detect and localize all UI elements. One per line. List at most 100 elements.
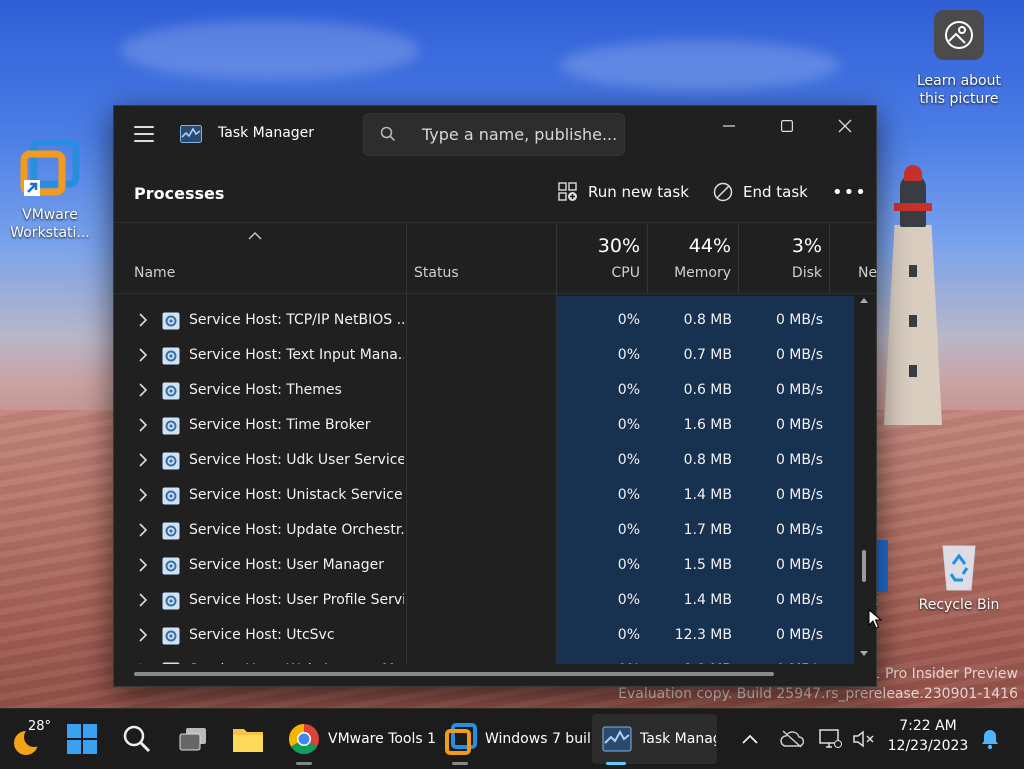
taskbar-app-label: Windows 7 buil xyxy=(485,731,591,747)
command-bar: Processes Run new task End task ••• xyxy=(114,164,876,223)
column-disk[interactable]: Disk xyxy=(740,265,822,281)
wallpaper-cloud xyxy=(560,40,840,90)
column-divider xyxy=(647,223,648,293)
process-name: Service Host: Unistack Service ... xyxy=(189,487,404,503)
start-button[interactable] xyxy=(66,709,98,769)
onedrive-button[interactable] xyxy=(780,709,804,769)
search-taskbar-button[interactable] xyxy=(122,709,152,769)
desktop-icon-label: Workstati... xyxy=(10,225,90,241)
gear-icon xyxy=(162,452,180,470)
column-divider xyxy=(738,223,739,293)
taskbar-app-chrome[interactable]: VMware Tools 1 xyxy=(288,709,436,769)
desktop-icon-learn-about-picture[interactable]: Learn about this picture xyxy=(914,10,1004,108)
run-new-task-button[interactable]: Run new task xyxy=(558,182,689,202)
memory-value: 1.7 MB xyxy=(683,522,732,538)
column-memory[interactable]: Memory xyxy=(648,265,731,281)
cpu-value: 0% xyxy=(617,487,640,503)
folder-icon xyxy=(233,729,263,752)
table-row[interactable]: Service Host: User Manager 0% 1.5 MB 0 MB/s xyxy=(114,549,854,584)
table-row[interactable]: Service Host: Web Account Ma... 0% 1.9 MB 0… xyxy=(114,654,854,664)
search-icon xyxy=(380,126,396,142)
table-row[interactable]: Service Host: UtcSvc 0% 12.3 MB 0 MB/s xyxy=(114,619,854,654)
maximize-button[interactable] xyxy=(758,106,816,146)
table-row[interactable]: Service Host: User Profile Servi... 0% 1.4… xyxy=(114,584,854,619)
chevron-right-icon[interactable] xyxy=(138,383,148,397)
chevron-up-icon xyxy=(742,734,758,744)
desktop-icon-label: this picture xyxy=(919,91,999,107)
memory-value: 1.5 MB xyxy=(683,557,732,573)
disk-value: 0 MB/s xyxy=(775,417,823,433)
chevron-right-icon[interactable] xyxy=(138,663,148,664)
minimize-button[interactable] xyxy=(700,106,758,146)
cpu-value: 0% xyxy=(617,382,640,398)
task-view-button[interactable] xyxy=(178,709,208,769)
clock[interactable]: 7:22 AM 12/23/2023 xyxy=(878,716,978,756)
memory-total[interactable]: 44% xyxy=(648,235,731,257)
chevron-right-icon[interactable] xyxy=(138,418,148,432)
process-name: Service Host: User Profile Servi... xyxy=(189,592,404,608)
scroll-up-icon[interactable] xyxy=(860,296,868,304)
disk-total[interactable]: 3% xyxy=(740,235,822,257)
camera-location-icon xyxy=(934,10,984,60)
desktop-icon-recycle-bin[interactable]: Recycle Bin xyxy=(914,540,1004,614)
column-cpu[interactable]: CPU xyxy=(558,265,640,281)
notifications-button[interactable] xyxy=(980,709,1000,769)
chevron-right-icon[interactable] xyxy=(138,523,148,537)
chevron-right-icon[interactable] xyxy=(138,313,148,327)
show-hidden-icons-button[interactable] xyxy=(742,709,758,769)
chevron-right-icon[interactable] xyxy=(138,593,148,607)
table-row[interactable]: Service Host: TCP/IP NetBIOS ... 0% 0.8 MB… xyxy=(114,304,854,339)
scroll-down-icon[interactable] xyxy=(860,650,868,658)
watermark-line: Evaluation copy. Build 25947.rs_prerelea… xyxy=(618,686,1018,702)
memory-value: 0.8 MB xyxy=(683,452,732,468)
cpu-value: 0% xyxy=(617,452,640,468)
gear-icon xyxy=(162,522,180,540)
more-options-icon[interactable]: ••• xyxy=(832,182,867,203)
chevron-right-icon[interactable] xyxy=(138,558,148,572)
weather-widget[interactable]: 28° xyxy=(10,709,51,769)
disk-value: 0 MB/s xyxy=(739,662,823,664)
table-row[interactable]: Service Host: Themes 0% 0.6 MB 0 MB/s xyxy=(114,374,854,409)
memory-value: 1.4 MB xyxy=(683,487,732,503)
cpu-value: 0% xyxy=(617,417,640,433)
file-explorer-button[interactable] xyxy=(232,709,264,769)
scroll-thumb[interactable] xyxy=(862,550,866,582)
cpu-total[interactable]: 30% xyxy=(558,235,640,257)
table-row[interactable]: Service Host: Update Orchestr... 0% 1.7 MB… xyxy=(114,514,854,549)
network-button[interactable] xyxy=(818,709,842,769)
disk-value: 0 MB/s xyxy=(775,557,823,573)
page-title: Processes xyxy=(134,184,225,203)
chevron-right-icon[interactable] xyxy=(138,453,148,467)
bell-icon xyxy=(982,730,998,750)
memory-value: 1.6 MB xyxy=(683,417,732,433)
table-row[interactable]: Service Host: Text Input Mana... 0% 0.7 MB… xyxy=(114,339,854,374)
end-task-button[interactable]: End task xyxy=(713,182,808,202)
desktop-icon-vmware[interactable]: VMware Workstati... xyxy=(5,138,95,242)
search-input[interactable]: Type a name, publishe... xyxy=(363,113,625,156)
column-status[interactable]: Status xyxy=(414,265,459,281)
gear-icon xyxy=(162,557,180,575)
chevron-right-icon[interactable] xyxy=(138,628,148,642)
title-bar[interactable]: Task Manager Type a name, publishe... xyxy=(114,106,876,164)
table-row[interactable]: Service Host: Udk User Service... 0% 0.8 M… xyxy=(114,444,854,479)
taskbar-app-task-manager[interactable]: Task Manag xyxy=(592,714,717,764)
horizontal-scrollbar[interactable] xyxy=(134,672,774,676)
taskbar-app-label: VMware Tools 1 xyxy=(328,731,437,747)
taskbar-app-vmware[interactable]: Windows 7 buil xyxy=(445,709,591,769)
process-name: Service Host: Themes xyxy=(189,382,342,398)
cpu-value: 0% xyxy=(617,347,640,363)
hamburger-menu-icon[interactable] xyxy=(134,126,154,142)
table-row[interactable]: Service Host: Time Broker 0% 1.6 MB 0 MB/s xyxy=(114,409,854,444)
sort-ascending-icon xyxy=(248,232,262,240)
chevron-right-icon[interactable] xyxy=(138,488,148,502)
disk-value: 0 MB/s xyxy=(775,452,823,468)
cpu-value: 0% xyxy=(557,662,640,664)
column-name[interactable]: Name xyxy=(134,265,175,281)
disk-value: 0 MB/s xyxy=(775,487,823,503)
volume-button[interactable] xyxy=(852,709,876,769)
column-network[interactable]: Ne xyxy=(858,265,877,281)
gear-icon xyxy=(162,417,180,435)
table-row[interactable]: Service Host: Unistack Service ... 0% 1.4 … xyxy=(114,479,854,514)
chevron-right-icon[interactable] xyxy=(138,348,148,362)
close-button[interactable] xyxy=(816,106,874,146)
